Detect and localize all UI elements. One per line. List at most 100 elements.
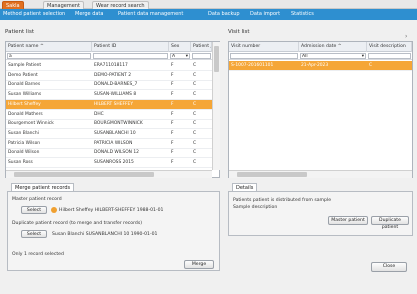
visit-list-title: Visit list xyxy=(228,29,250,35)
merge-group: Master patient record Select Hilbert She… xyxy=(7,191,220,271)
scroll-thumb[interactable] xyxy=(237,172,307,177)
cell-name: Patricia Wilson xyxy=(8,140,41,146)
table-row[interactable]: Hilbert Sheffey HILBERT SHEFFEY F C xyxy=(6,99,212,110)
cell-id: ERA711018117 xyxy=(94,63,128,68)
patient-table-header: Patient name ^ Patient ID Sex Patient ▲ xyxy=(6,42,212,52)
col-patient-name[interactable]: Patient name ^ xyxy=(6,42,92,52)
patient-horizontal-scrollbar[interactable] xyxy=(6,170,212,178)
details-line-2: Sample description xyxy=(233,205,278,210)
col-visit-number[interactable]: Visit number xyxy=(229,42,299,52)
cell-c: C xyxy=(193,82,197,88)
cell-c: C xyxy=(193,150,197,156)
master-patient-button[interactable]: Master patient xyxy=(328,216,368,225)
tab-wear-record-search[interactable]: Wear record search xyxy=(92,1,149,9)
details-group: Patients patient is distributed from sam… xyxy=(228,191,413,236)
cell-sex: F xyxy=(171,130,174,136)
filter-admission-value: All xyxy=(302,54,308,59)
merge-button[interactable]: Merge xyxy=(184,260,214,269)
star-icon xyxy=(51,207,57,213)
table-row[interactable]: Donald Wilson DONALD WILSON 12 F C xyxy=(6,148,212,159)
table-row[interactable]: S-1007-201601101 21-Apr-2023 C xyxy=(229,61,412,71)
filter-visit-number[interactable] xyxy=(230,53,298,59)
close-button[interactable]: Close xyxy=(371,262,407,272)
col-admission-date[interactable]: Admission date ^ xyxy=(299,42,367,52)
chevron-down-icon: ▾ xyxy=(361,54,364,59)
col-sex[interactable]: Sex xyxy=(169,42,191,52)
duplicate-record-label: Duplicate patient record (to merge and t… xyxy=(12,221,143,226)
cell-id: PATRICIA WILSON xyxy=(94,140,133,146)
master-record-value: Hilbert Sheffey HILBERT-SHEFFEY 1988-01-… xyxy=(59,208,164,213)
table-row[interactable]: Susan Ross SUSANROSS 2015 F C xyxy=(6,158,212,168)
cell-sex: F xyxy=(171,101,174,107)
cell-c: C xyxy=(193,111,197,117)
cell-name: Hilbert Sheffey xyxy=(8,101,41,107)
col-patient-extra[interactable]: Patient ▲ xyxy=(191,42,212,52)
tab-management[interactable]: Management xyxy=(43,1,84,9)
select-duplicate-button[interactable]: Select xyxy=(21,230,47,238)
cell-id: DHC xyxy=(94,111,104,117)
cell-name: Sample Patient xyxy=(8,63,42,68)
filter-extra-input[interactable] xyxy=(192,53,211,59)
cell-id: SUSANROSS 2015 xyxy=(94,160,134,165)
scroll-thumb[interactable] xyxy=(14,172,154,177)
filter-sex-select[interactable]: A ▾ xyxy=(170,53,190,59)
filter-id-input[interactable] xyxy=(93,53,168,59)
cell-num: S-1007-201601101 xyxy=(231,63,274,68)
submenu-item-backup[interactable]: Data backup xyxy=(208,11,240,18)
table-row[interactable]: Donald Mathers DHC F C xyxy=(6,110,212,120)
cell-desc: C xyxy=(369,63,373,68)
cell-id: SUSAN-WILLIAMS 8 xyxy=(94,92,137,98)
submenu-item-method[interactable]: Method patient selection xyxy=(3,11,65,18)
cell-sex: F xyxy=(171,82,174,88)
patient-rows: Sample Patient ERA711018117 F C Demo Patient… xyxy=(6,61,212,169)
tab-main[interactable]: Sakla xyxy=(2,1,24,9)
submenu-item-statistics[interactable]: Statistics xyxy=(291,11,314,18)
submenu-item-patient-data[interactable]: Patient data management xyxy=(118,11,183,18)
top-tab-bar: Sakla Management Wear record search xyxy=(0,0,417,9)
patient-vertical-scrollbar[interactable] xyxy=(212,42,220,170)
filter-admission-date[interactable]: All ▾ xyxy=(300,53,366,59)
cell-id: HILBERT SHEFFEY xyxy=(94,101,134,107)
cell-name: Susan Blanchi xyxy=(8,130,39,136)
details-line-1: Patients patient is distributed from sam… xyxy=(233,198,332,203)
cell-c: C xyxy=(193,121,197,127)
duplicate-record-value: Susan Blanchi SUSANBLANCHI 10 1990-01-01 xyxy=(52,232,158,237)
col-visit-description[interactable]: Visit description xyxy=(367,42,412,52)
merge-note: Only 1 record selected xyxy=(12,252,64,257)
table-row[interactable]: Bourgemont Winnick BOURGMONTWINNICK F C xyxy=(6,119,212,130)
table-row[interactable]: Sample Patient ERA711018117 F C xyxy=(6,61,212,71)
cell-id: DONALD-BARNES_7 xyxy=(94,82,138,88)
chevron-down-icon: ▾ xyxy=(185,54,188,59)
cell-c: C xyxy=(193,72,197,78)
cell-name: Susan Williams xyxy=(8,92,42,98)
submenu-item-import[interactable]: Data import xyxy=(250,11,280,18)
filter-visit-description[interactable] xyxy=(368,53,411,59)
visit-horizontal-scrollbar[interactable] xyxy=(229,170,412,178)
cell-sex: F xyxy=(171,140,174,146)
cell-date: 21-Apr-2023 xyxy=(301,63,329,68)
scroll-thumb[interactable] xyxy=(214,46,219,72)
visit-list-panel: Visit number Admission date ^ Visit desc… xyxy=(228,41,413,178)
cell-sex: F xyxy=(171,150,174,156)
table-row[interactable]: Susan Williams SUSAN-WILLIAMS 8 F C xyxy=(6,90,212,101)
duplicate-patient-button[interactable]: Duplicate patient xyxy=(371,216,409,230)
table-row[interactable]: Donald Barnes DONALD-BARNES_7 F C xyxy=(6,80,212,91)
collapse-arrow-icon[interactable]: › xyxy=(405,33,407,40)
col-patient-id[interactable]: Patient ID xyxy=(92,42,169,52)
table-row[interactable]: Demo Patient DEMO-PATIENT 2 F C xyxy=(6,71,212,81)
cell-sex: F xyxy=(171,63,174,68)
cell-sex: F xyxy=(171,111,174,117)
submenu-bar: Method patient selection Merge data Pati… xyxy=(0,9,417,20)
filter-name-input[interactable]: a xyxy=(7,53,91,59)
table-row[interactable]: Patricia Wilson PATRICIA WILSON F C xyxy=(6,139,212,149)
cell-c: C xyxy=(193,63,197,68)
submenu-item-merge[interactable]: Merge data xyxy=(75,11,103,18)
cell-c: C xyxy=(193,92,197,98)
cell-id: BOURGMONTWINNICK xyxy=(94,121,143,127)
patient-filter-row: a A ▾ xyxy=(6,52,212,60)
cell-sex: F xyxy=(171,160,174,165)
table-row[interactable]: Susan Blanchi SUSANBLANCHI 10 F C xyxy=(6,129,212,139)
patient-list-title: Patient list xyxy=(5,29,34,35)
cell-name: Donald Mathers xyxy=(8,111,43,117)
select-master-button[interactable]: Select xyxy=(21,206,47,214)
